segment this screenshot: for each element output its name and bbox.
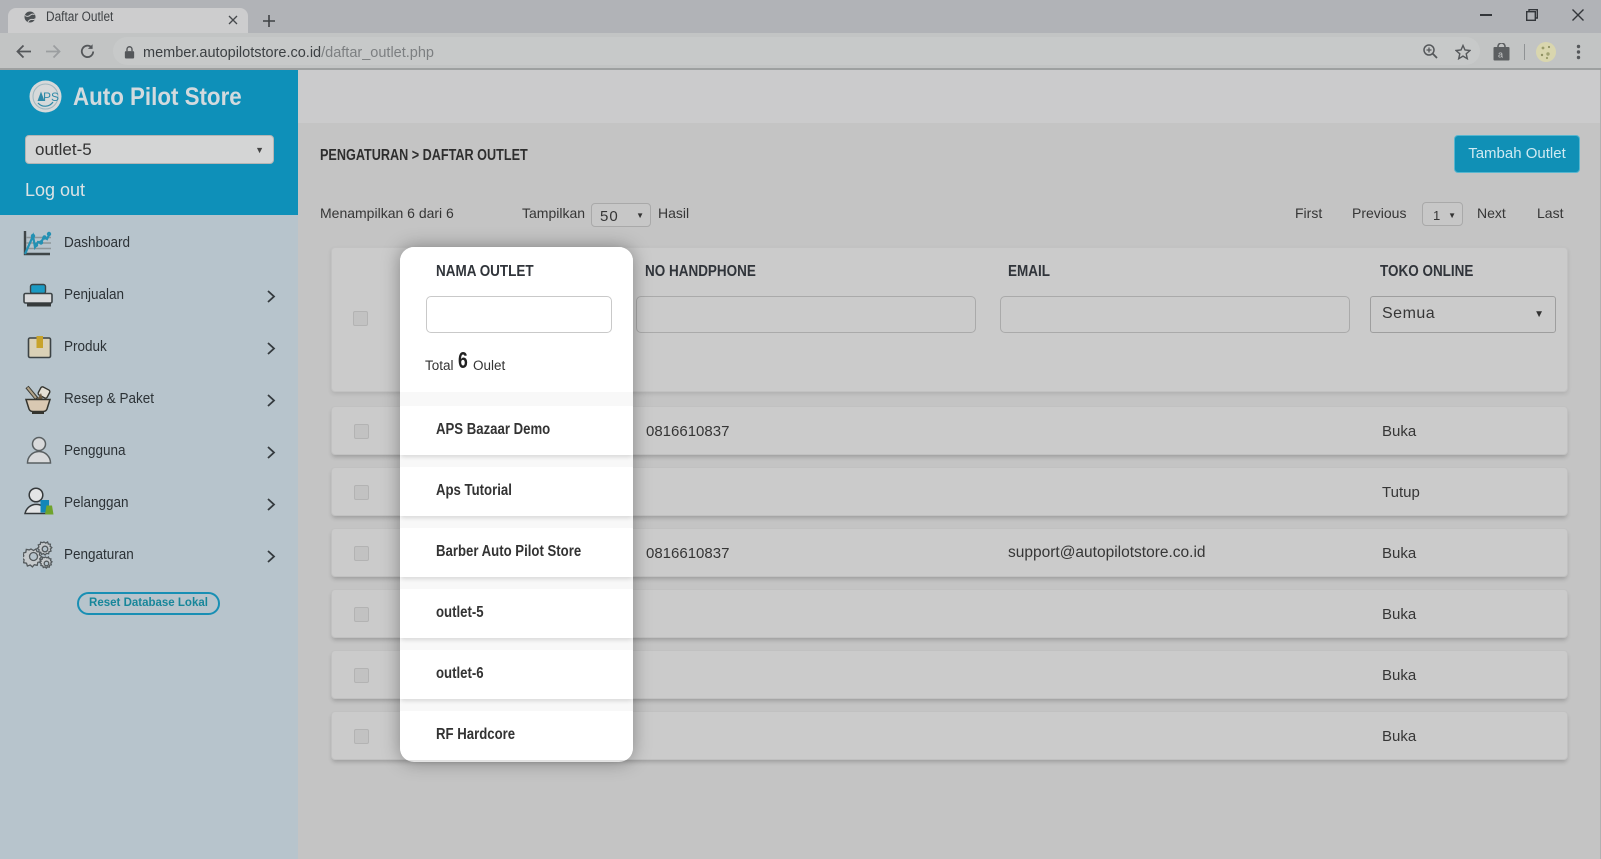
svg-text:a: a	[1498, 50, 1503, 60]
svg-text:PS: PS	[43, 90, 59, 104]
